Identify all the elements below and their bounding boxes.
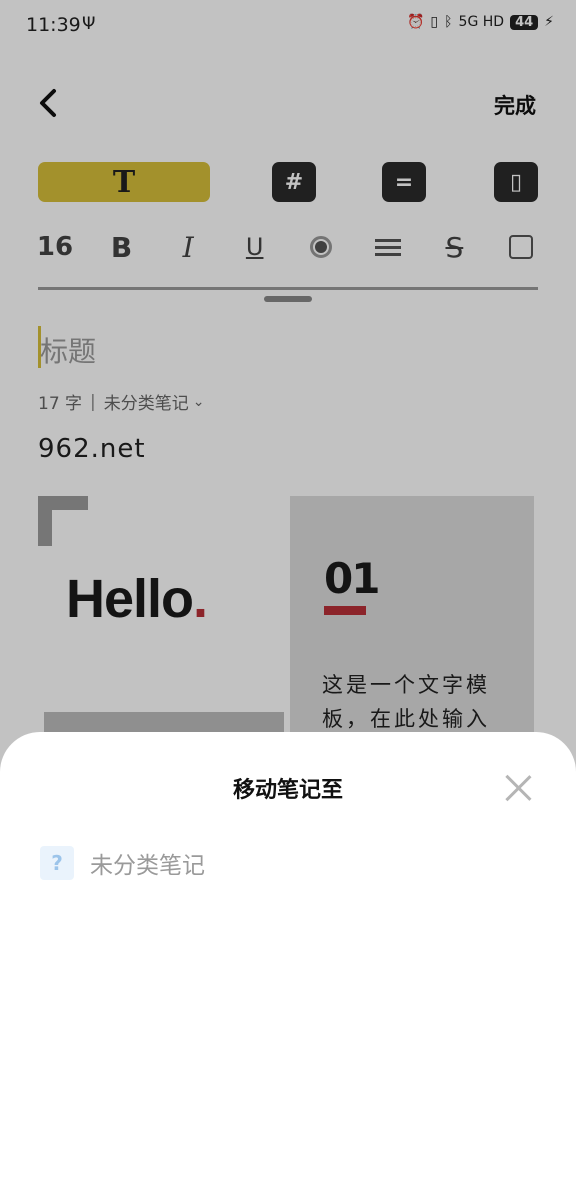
close-icon[interactable]: [504, 774, 532, 802]
question-icon: ?: [40, 846, 74, 880]
sheet-title: 移动笔记至: [232, 778, 343, 803]
move-note-sheet: 移动笔记至 ? 未分类笔记: [0, 732, 576, 1185]
folder-item-uncategorized[interactable]: ? 未分类笔记: [40, 846, 205, 880]
folder-label: 未分类笔记: [90, 853, 205, 879]
